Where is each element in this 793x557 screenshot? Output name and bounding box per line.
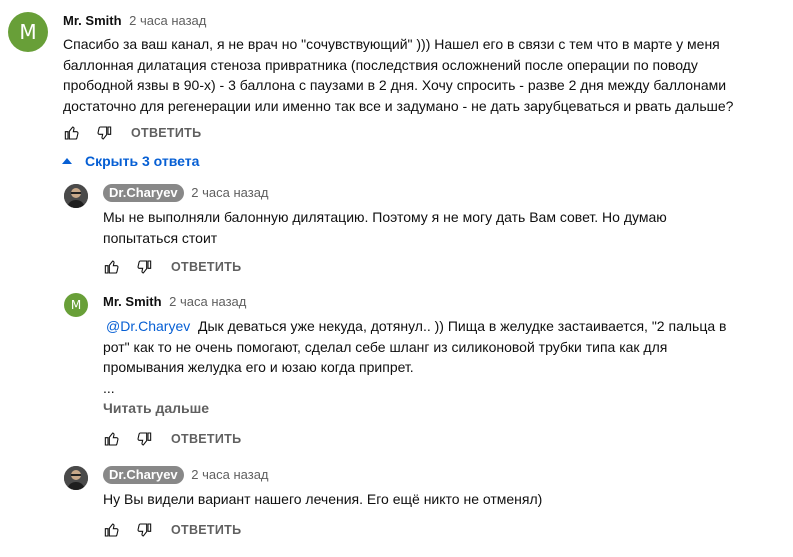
reply-button[interactable]: ОТВЕТИТЬ xyxy=(171,432,241,446)
reply-text: @Dr.Charyev Дык деваться уже некуда, дот… xyxy=(103,316,783,398)
reply-line: Ну Вы видели вариант нашего лечения. Его… xyxy=(103,491,543,507)
comment-header: Mr. Smith 2 часа назад xyxy=(63,12,206,30)
reply-line: ... xyxy=(103,379,115,396)
mention-link[interactable]: @Dr.Charyev xyxy=(106,318,190,334)
author-name[interactable]: Mr. Smith xyxy=(103,294,162,309)
avatar[interactable]: M xyxy=(8,12,48,52)
avatar-letter: M xyxy=(19,20,37,44)
author-name[interactable]: Dr.Charyev xyxy=(103,184,184,202)
comment-actions: ОТВЕТИТЬ xyxy=(63,124,201,142)
avatar-photo-icon xyxy=(64,466,88,490)
hide-replies-label: Скрыть 3 ответа xyxy=(85,153,200,169)
comment-text: Спасибо за ваш канал, я не врач но "сочу… xyxy=(63,34,783,116)
thumb-up-icon[interactable] xyxy=(103,521,121,539)
timestamp[interactable]: 2 часа назад xyxy=(191,467,268,482)
thumb-down-icon[interactable] xyxy=(95,124,113,142)
read-more-button[interactable]: Читать дальше xyxy=(103,400,209,416)
reply-text: Мы не выполняли балонную дилятацию. Поэт… xyxy=(103,207,783,248)
timestamp[interactable]: 2 часа назад xyxy=(169,294,246,309)
timestamp[interactable]: 2 часа назад xyxy=(129,13,206,28)
reply-line: Мы не выполняли балонную дилятацию. Поэт… xyxy=(103,209,667,225)
reply-line: @Dr.Charyev Дык деваться уже некуда, дот… xyxy=(103,316,783,337)
reply-line: рот" как то не очень помогают, сделал се… xyxy=(103,338,668,355)
reply-button[interactable]: ОТВЕТИТЬ xyxy=(131,126,201,140)
author-name[interactable]: Mr. Smith xyxy=(63,13,122,28)
reply-actions: ОТВЕТИТЬ xyxy=(103,258,241,276)
comment-line: достаточно для регенерации или именно та… xyxy=(63,97,734,114)
comment-line: баллонная дилатация стеноза привратника … xyxy=(63,56,698,73)
thumb-up-icon[interactable] xyxy=(103,430,121,448)
reply-line: попытаться стоит xyxy=(103,229,218,246)
reply-header: Mr. Smith 2 часа назад xyxy=(103,293,246,311)
reply-line: промывания желудка его и юзаю когда прип… xyxy=(103,359,414,375)
thumb-up-icon[interactable] xyxy=(103,258,121,276)
reply-actions: ОТВЕТИТЬ xyxy=(103,521,241,539)
avatar[interactable] xyxy=(64,184,88,208)
comment-line: Спасибо за ваш канал, я не врач но "сочу… xyxy=(63,36,720,52)
reply-actions: ОТВЕТИТЬ xyxy=(103,430,241,448)
hide-replies-button[interactable]: Скрыть 3 ответа xyxy=(62,153,199,169)
avatar[interactable] xyxy=(64,466,88,490)
reply-button[interactable]: ОТВЕТИТЬ xyxy=(171,523,241,537)
avatar[interactable]: M xyxy=(64,293,88,317)
reply-button[interactable]: ОТВЕТИТЬ xyxy=(171,260,241,274)
reply-header: Dr.Charyev 2 часа назад xyxy=(103,466,269,484)
reply-line-rest: Дык деваться уже некуда, дотянул.. )) Пи… xyxy=(190,318,727,334)
thumb-down-icon[interactable] xyxy=(135,521,153,539)
avatar-photo-icon xyxy=(64,184,88,208)
thumb-down-icon[interactable] xyxy=(135,258,153,276)
comment-line: прободной язвы в 90-х) - 3 баллона с пау… xyxy=(63,77,727,93)
thumb-up-icon[interactable] xyxy=(63,124,81,142)
caret-up-icon xyxy=(62,158,72,164)
avatar-letter: M xyxy=(70,298,82,312)
reply-text: Ну Вы видели вариант нашего лечения. Его… xyxy=(103,489,783,510)
reply-header: Dr.Charyev 2 часа назад xyxy=(103,184,269,202)
author-name[interactable]: Dr.Charyev xyxy=(103,466,184,484)
thumb-down-icon[interactable] xyxy=(135,430,153,448)
timestamp[interactable]: 2 часа назад xyxy=(191,185,268,200)
